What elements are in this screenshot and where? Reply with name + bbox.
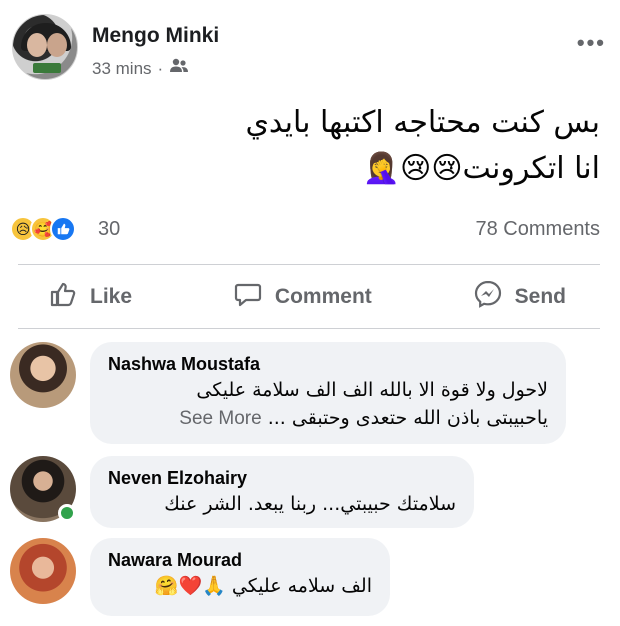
comment-text-line2: ياحبيبتى باذن الله حتعدى وحتبقى ... See … — [108, 404, 548, 433]
like-reaction-icon — [50, 216, 76, 242]
reaction-count[interactable]: 30 — [98, 218, 120, 241]
commenter-name[interactable]: Neven Elzohairy — [108, 466, 456, 490]
more-options-button[interactable]: ••• — [577, 30, 606, 56]
comment-text: سلامتك حبيبتي... ربنا يبعد. الشر عنك — [164, 493, 456, 515]
commenter-avatar[interactable] — [10, 538, 76, 604]
post-text-line: بس كنت محتاجه اكتبها بايدي — [245, 105, 600, 140]
author-avatar[interactable] — [12, 14, 78, 80]
post-meta: 33 mins · — [92, 58, 189, 79]
like-label: Like — [90, 285, 133, 308]
comment-text: لاحول ولا قوة الا بالله الف الف سلامة عل… — [196, 379, 548, 401]
send-label: Send — [514, 285, 566, 308]
comment-bubble: Nawara Mourad الف سلامه عليكي 🙏❤️🤗 — [90, 538, 390, 616]
post-time[interactable]: 33 mins — [92, 59, 152, 79]
reactions-row: 😥 🥰 30 78 Comments — [10, 212, 600, 248]
see-more-link[interactable]: See More — [179, 408, 261, 429]
action-bar: Like Comment Send — [10, 272, 600, 322]
messenger-icon — [473, 279, 503, 315]
online-status-icon — [58, 504, 76, 522]
comment-bubble: Neven Elzohairy سلامتك حبيبتي... ربنا يب… — [90, 456, 474, 528]
comment-icon — [233, 279, 263, 315]
comments-count[interactable]: 78 Comments — [476, 218, 601, 241]
divider — [18, 328, 600, 329]
comment-button[interactable]: Comment — [233, 279, 372, 315]
commenter-avatar[interactable] — [10, 342, 76, 408]
meta-separator: · — [157, 58, 164, 78]
reaction-icons[interactable]: 😥 🥰 — [10, 216, 76, 242]
friends-icon — [169, 58, 189, 79]
comment-text: ياحبيبتى باذن الله حتعدى وحتبقى ... — [267, 407, 548, 429]
comment-text: الف سلامه عليكي 🙏❤️🤗 — [154, 575, 372, 597]
commenter-name[interactable]: Nawara Mourad — [108, 548, 372, 572]
post-text: بس كنت محتاجه اكتبها بايدي انا اتكرونت😢😢… — [40, 100, 600, 192]
post-header: Mengo Minki 33 mins · ••• — [12, 14, 608, 84]
comment-bubble: Nashwa Moustafa لاحول ولا قوة الا بالله … — [90, 342, 566, 444]
post-text-line: انا اتكرونت😢😢🤦‍♀️ — [362, 151, 600, 186]
send-button[interactable]: Send — [473, 279, 566, 315]
thumbs-up-icon — [48, 279, 78, 315]
author-name[interactable]: Mengo Minki — [92, 24, 219, 48]
divider — [18, 264, 600, 265]
commenter-name[interactable]: Nashwa Moustafa — [108, 352, 548, 376]
comment-label: Comment — [274, 285, 372, 308]
like-button[interactable]: Like — [48, 279, 132, 315]
